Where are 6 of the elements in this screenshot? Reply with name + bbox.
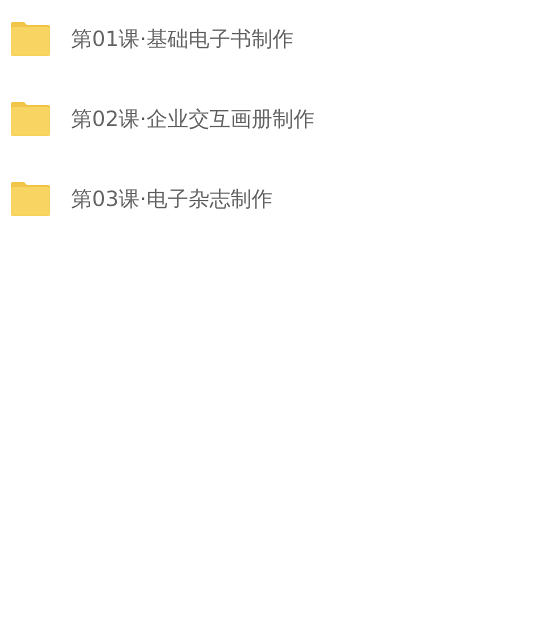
folder-name[interactable]: 第02课·企业交互画册制作 xyxy=(71,105,314,133)
folder-icon xyxy=(10,21,51,57)
folder-name[interactable]: 第01课·基础电子书制作 xyxy=(71,25,294,53)
folder-icon xyxy=(10,101,51,137)
folder-name[interactable]: 第03课·电子杂志制作 xyxy=(71,185,272,213)
folder-icon xyxy=(10,181,51,217)
